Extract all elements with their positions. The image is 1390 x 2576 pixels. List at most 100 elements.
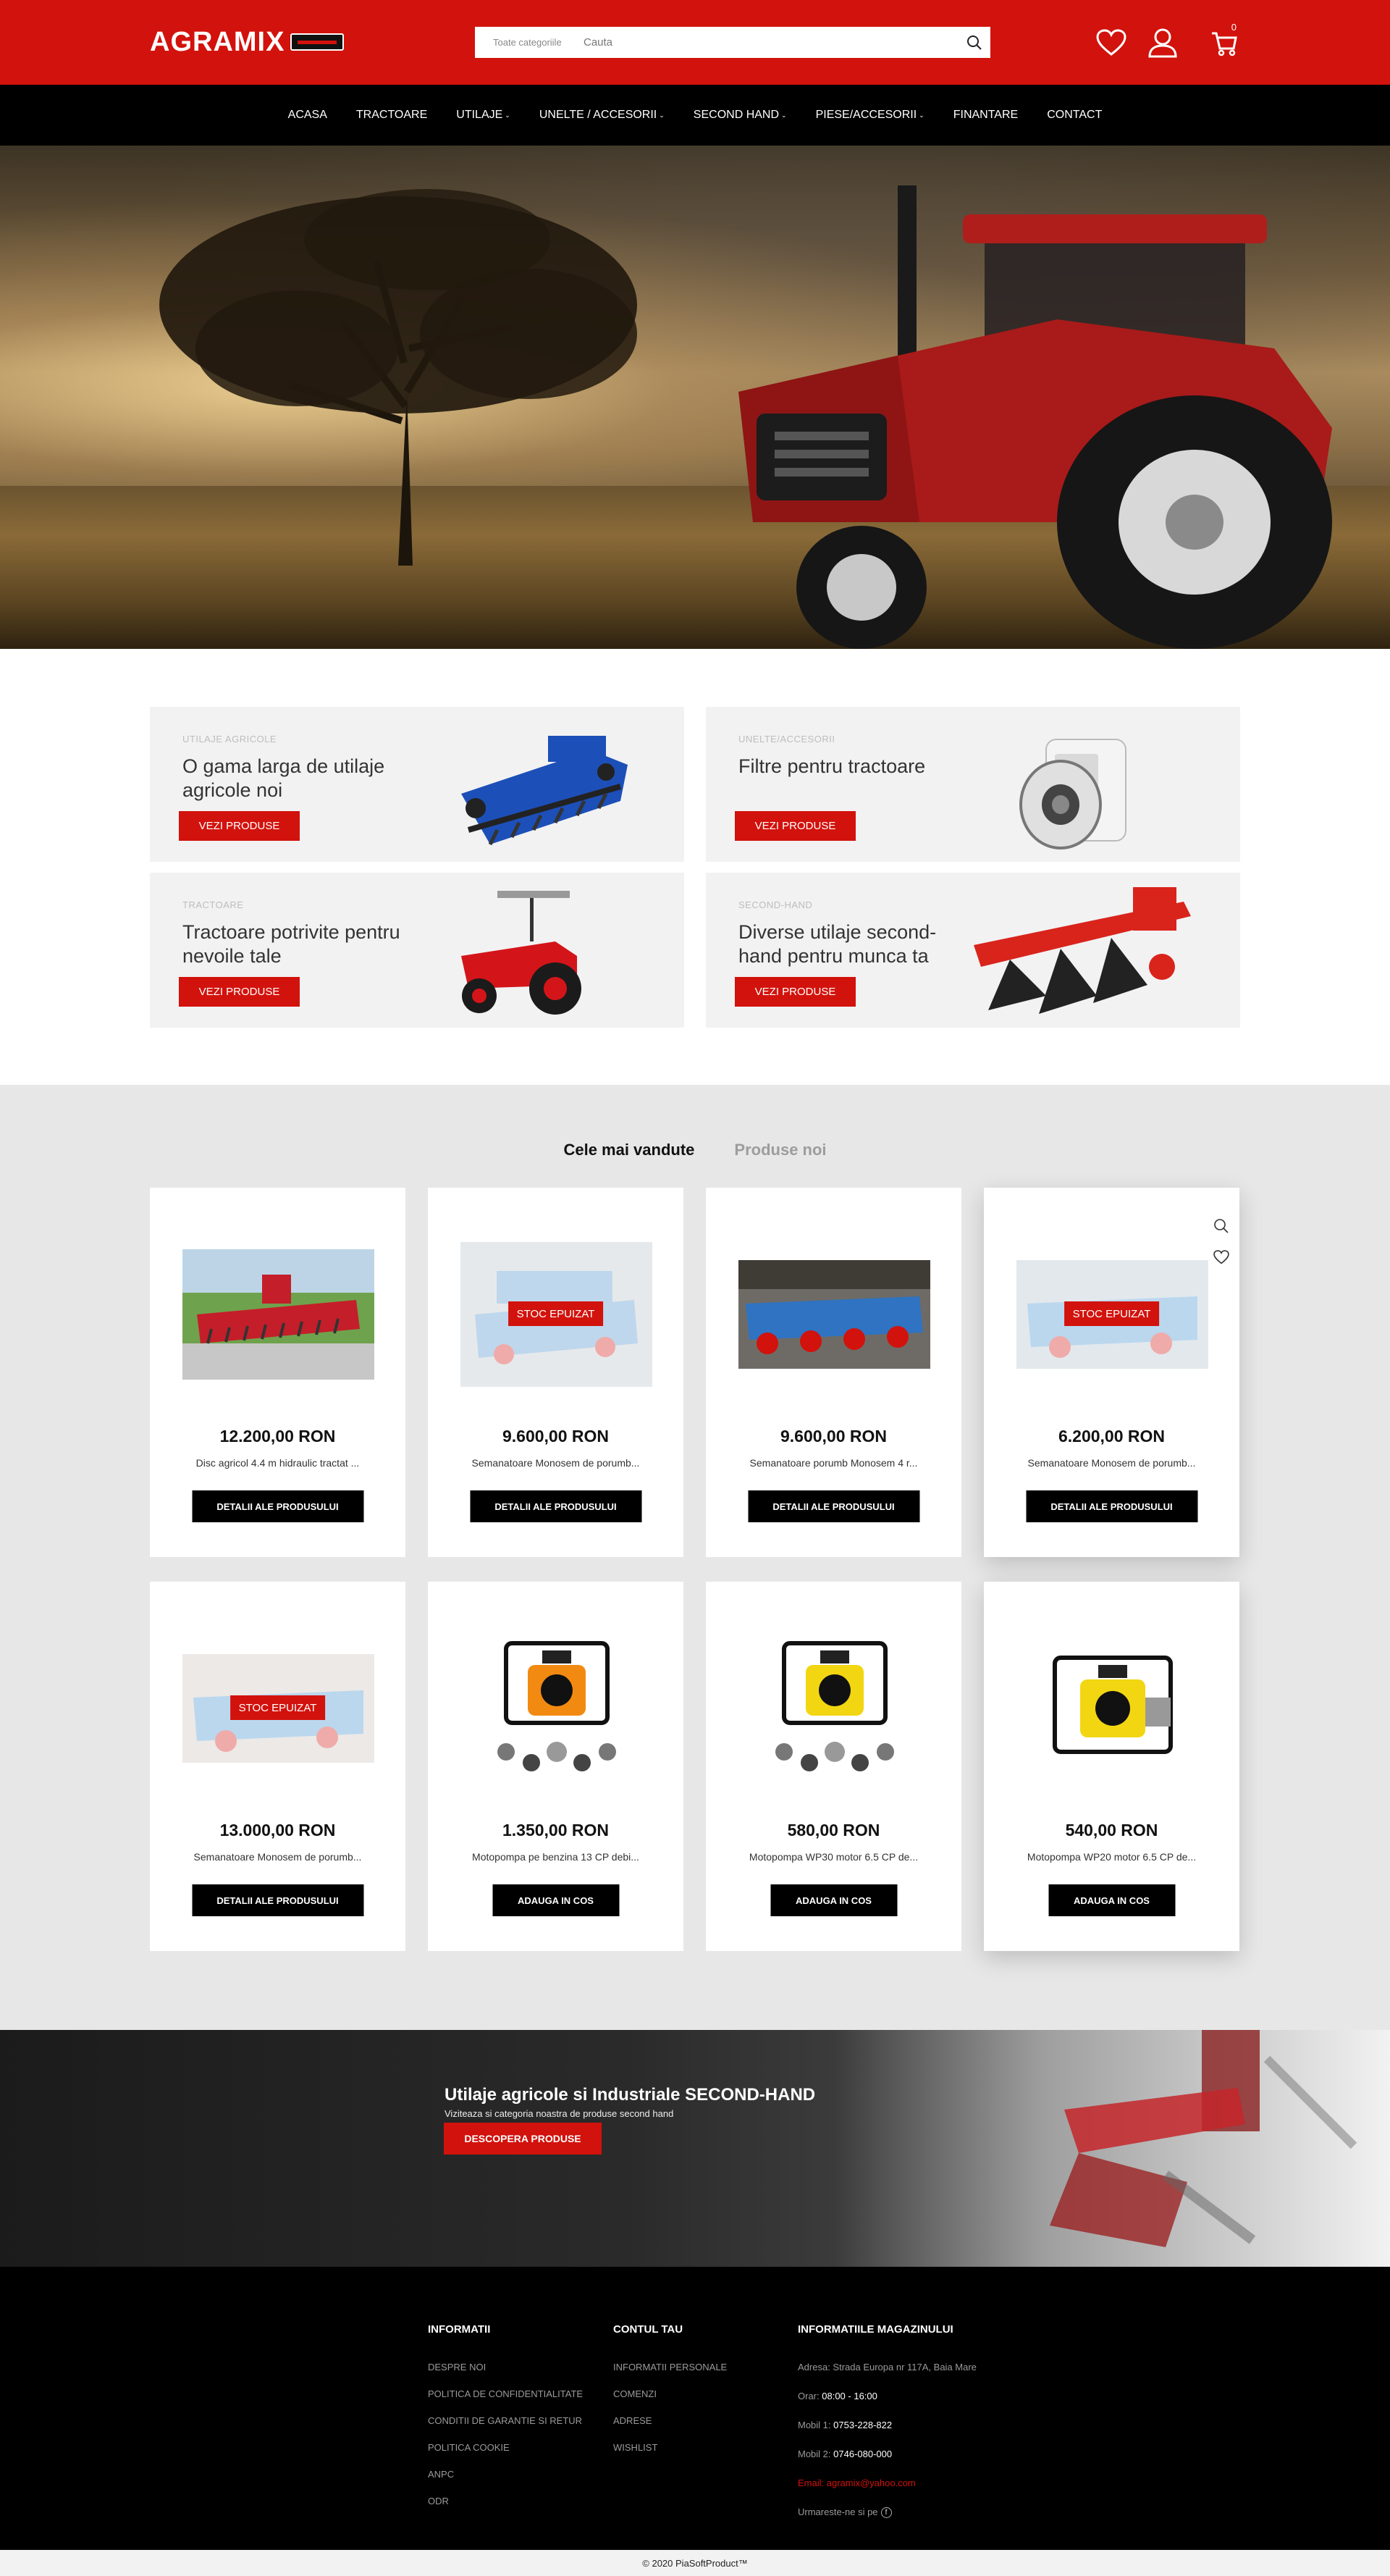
product-name[interactable]: Semanatoare Monosem de porumb... xyxy=(1016,1457,1207,1469)
store-hours-label: Orar: xyxy=(798,2391,820,2401)
view-products-button[interactable]: VEZI PRODUSE xyxy=(179,977,300,1007)
tree-image xyxy=(159,189,637,566)
nav-item-acasa[interactable]: ACASA xyxy=(274,85,342,146)
category-card-unelte[interactable]: UNELTE/ACCESORII Filtre pentru tractoare… xyxy=(706,707,1240,862)
nav-item-label: CONTACT xyxy=(1047,109,1103,121)
product-name[interactable]: Motopompa pe benzina 13 CP debi... xyxy=(460,1851,651,1863)
footer-link-cookie[interactable]: POLITICA COOKIE xyxy=(428,2442,583,2469)
product-price: 9.600,00 RON xyxy=(502,1427,610,1446)
account-button[interactable] xyxy=(1146,26,1179,59)
nav-item-label: SECOND HAND xyxy=(693,109,780,121)
nav-item-piese-accesorii[interactable]: PIESE/ACCESORII ⌄ xyxy=(801,85,939,146)
out-of-stock-badge: STOC EPUIZAT xyxy=(1063,1301,1160,1326)
category-kicker: UNELTE/ACCESORII xyxy=(738,734,835,744)
store-mobile-1: Mobil 1: 0753-228-822 xyxy=(798,2420,977,2449)
heart-icon xyxy=(1096,29,1126,56)
product-image[interactable] xyxy=(738,1636,930,1781)
product-price: 1.350,00 RON xyxy=(502,1821,610,1839)
nav-item-tractoare[interactable]: TRACTOARE xyxy=(342,85,442,146)
nav-item-unelte-accesorii[interactable]: UNELTE / ACCESORII ⌄ xyxy=(525,85,679,146)
wishlist-button[interactable] xyxy=(1095,26,1128,59)
chevron-down-icon: ⌄ xyxy=(919,111,924,119)
nav-item-contact[interactable]: CONTACT xyxy=(1032,85,1116,146)
footer-link-despre-noi[interactable]: DESPRE NOI xyxy=(428,2362,583,2388)
product-name[interactable]: Semanatoare Monosem de porumb... xyxy=(460,1457,651,1469)
header-bar: AGRAMIX Toate categoriile 0 xyxy=(0,0,1390,85)
product-image[interactable] xyxy=(460,1636,652,1781)
category-card-utilaje[interactable]: UTILAJE AGRICOLE O gama larga de utilaje… xyxy=(150,707,684,862)
search-input[interactable] xyxy=(584,27,959,58)
cart-icon xyxy=(1212,32,1237,56)
nav-item-utilaje[interactable]: UTILAJE ⌄ xyxy=(442,85,525,146)
product-details-button[interactable]: DETALII ALE PRODUSULUI xyxy=(192,1490,363,1522)
nav-item-finantare[interactable]: FINANTARE xyxy=(939,85,1032,146)
product-image[interactable] xyxy=(738,1242,930,1387)
nav-item-label: UTILAJE xyxy=(456,109,503,121)
product-name[interactable]: Disc agricol 4.4 m hidraulic tractat ... xyxy=(182,1457,373,1469)
product-card[interactable]: STOC EPUIZAT 9.600,00 RON Semanatoare Mo… xyxy=(428,1188,683,1557)
store-mobile-1-value[interactable]: 0753-228-822 xyxy=(833,2420,892,2430)
search-bar: Toate categoriile xyxy=(475,27,990,58)
banner-title: Utilaje agricole si Industriale SECOND-H… xyxy=(445,2085,816,2105)
store-mobile-2-value[interactable]: 0746-080-000 xyxy=(833,2449,892,2459)
product-card[interactable]: STOC EPUIZAT 6.200,00 RON Semanatoare Mo… xyxy=(984,1188,1239,1557)
view-products-button[interactable]: VEZI PRODUSE xyxy=(179,811,300,841)
product-image[interactable] xyxy=(1016,1636,1208,1781)
footer-store-column: INFORMATIILE MAGAZINULUI Adresa: Strada … xyxy=(798,2323,977,2535)
footer-link-informatii-personale[interactable]: INFORMATII PERSONALE xyxy=(613,2362,727,2388)
add-to-wishlist-button[interactable] xyxy=(1212,1248,1231,1267)
product-card[interactable]: 12.200,00 RON Disc agricol 4.4 m hidraul… xyxy=(150,1188,405,1557)
product-card[interactable]: 580,00 RON Motopompa WP30 motor 6.5 CP d… xyxy=(706,1582,961,1951)
product-card[interactable]: 9.600,00 RON Semanatoare porumb Monosem … xyxy=(706,1188,961,1557)
tab-new-products[interactable]: Produse noi xyxy=(734,1141,826,1159)
footer-link-anpc[interactable]: ANPC xyxy=(428,2469,583,2496)
store-mobile-2-label: Mobil 2: xyxy=(798,2449,831,2459)
tractor-image xyxy=(461,891,581,1015)
add-to-cart-button[interactable]: ADAUGA IN COS xyxy=(1048,1884,1175,1916)
footer-link-comenzi[interactable]: COMENZI xyxy=(613,2388,727,2415)
product-name[interactable]: Semanatoare porumb Monosem 4 r... xyxy=(738,1457,929,1469)
water-pump-image xyxy=(1052,1656,1173,1754)
footer-link-odr[interactable]: ODR xyxy=(428,2496,583,2522)
add-to-cart-button[interactable]: ADAUGA IN COS xyxy=(492,1884,619,1916)
footer-link-wishlist[interactable]: WISHLIST xyxy=(613,2442,727,2469)
product-name[interactable]: Motopompa WP20 motor 6.5 CP de... xyxy=(1016,1851,1207,1863)
nav-item-second-hand[interactable]: SECOND HAND ⌄ xyxy=(679,85,801,146)
product-name[interactable]: Semanatoare Monosem de porumb... xyxy=(182,1851,373,1863)
product-card[interactable]: 540,00 RON Motopompa WP20 motor 6.5 CP d… xyxy=(984,1582,1239,1951)
chevron-down-icon: ⌄ xyxy=(781,111,787,119)
plough-image xyxy=(1050,2030,1357,2247)
plough-image xyxy=(974,887,1191,1014)
footer-link-garantie-retur[interactable]: CONDITII DE GARANTIE SI RETUR xyxy=(428,2415,583,2442)
store-hours: Orar: 08:00 - 16:00 xyxy=(798,2391,977,2420)
search-button[interactable] xyxy=(959,27,990,58)
cart-button[interactable]: 0 xyxy=(1208,22,1241,59)
logo-badge xyxy=(290,33,345,51)
footer-link-adrese[interactable]: ADRESE xyxy=(613,2415,727,2442)
category-card-tractoare[interactable]: TRACTOARE Tractoare potrivite pentru nev… xyxy=(150,873,684,1028)
footer-link-confidentialitate[interactable]: POLITICA DE CONFIDENTIALITATE xyxy=(428,2388,583,2415)
product-price: 12.200,00 RON xyxy=(219,1427,336,1446)
hero-banner[interactable] xyxy=(0,146,1390,649)
product-details-button[interactable]: DETALII ALE PRODUSULUI xyxy=(470,1490,641,1522)
quick-view-button[interactable] xyxy=(1212,1217,1231,1235)
product-details-button[interactable]: DETALII ALE PRODUSULUI xyxy=(192,1884,363,1916)
discover-products-button[interactable]: DESCOPERA PRODUSE xyxy=(444,2123,602,2155)
tab-best-sellers[interactable]: Cele mai vandute xyxy=(563,1141,694,1159)
category-card-second-hand[interactable]: SECOND-HAND Diverse utilaje second-hand … xyxy=(706,873,1240,1028)
product-image[interactable] xyxy=(182,1242,374,1387)
second-hand-banner: Utilaje agricole si Industriale SECOND-H… xyxy=(0,2030,1390,2267)
facebook-icon[interactable]: f xyxy=(880,2507,892,2519)
product-name[interactable]: Motopompa WP30 motor 6.5 CP de... xyxy=(738,1851,929,1863)
search-category-select[interactable]: Toate categoriile xyxy=(475,37,584,48)
view-products-button[interactable]: VEZI PRODUSE xyxy=(735,977,856,1007)
store-email[interactable]: Email: agramix@yahoo.com xyxy=(798,2478,977,2506)
view-products-button[interactable]: VEZI PRODUSE xyxy=(735,811,856,841)
product-card[interactable]: 1.350,00 RON Motopompa pe benzina 13 CP … xyxy=(428,1582,683,1951)
product-details-button[interactable]: DETALII ALE PRODUSULUI xyxy=(1026,1490,1197,1522)
add-to-cart-button[interactable]: ADAUGA IN COS xyxy=(770,1884,897,1916)
product-card[interactable]: STOC EPUIZAT 13.000,00 RON Semanatoare M… xyxy=(150,1582,405,1951)
site-logo[interactable]: AGRAMIX xyxy=(150,27,345,57)
footer-account-column: CONTUL TAU INFORMATII PERSONALE COMENZI … xyxy=(613,2323,727,2469)
product-details-button[interactable]: DETALII ALE PRODUSULUI xyxy=(748,1490,919,1522)
